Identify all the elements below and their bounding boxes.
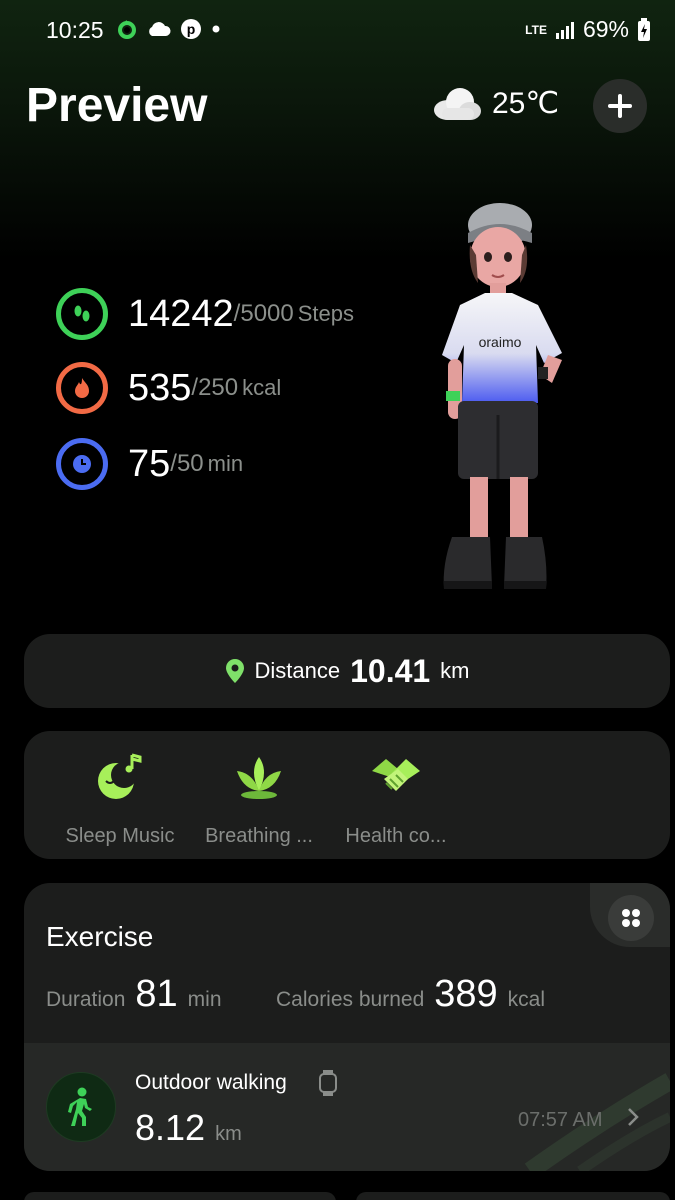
pinterest-icon: p (181, 19, 201, 39)
shortcut-breathing[interactable]: Breathing ... (189, 751, 329, 848)
duration-unit: min (187, 988, 222, 1011)
signal-icon (555, 21, 574, 39)
shirt-logo-text: oraimo (479, 334, 522, 350)
duration-label: Duration (46, 988, 126, 1011)
weather-widget[interactable]: 25℃ (432, 84, 559, 122)
activity-distance-unit: km (215, 1123, 242, 1145)
dot-icon (212, 25, 220, 33)
status-time: 10:25 (46, 17, 104, 43)
calories-stat[interactable]: 535 /250 kcal (56, 362, 281, 414)
activity-ring-icon (118, 20, 136, 39)
exercise-card[interactable]: Exercise Duration 81 min Calories burned… (24, 883, 670, 1171)
minutes-value: 75 (128, 442, 171, 485)
lotus-icon (237, 757, 281, 799)
shortcut-label: Sleep Music (65, 825, 175, 847)
calories-value: 535 (128, 366, 192, 409)
add-button[interactable] (593, 79, 647, 133)
location-pin-icon (225, 659, 244, 683)
activity-icon (46, 1072, 116, 1142)
battery-percent: 69% (582, 16, 629, 42)
distance-unit: km (440, 658, 470, 683)
steps-goal: /5000 (233, 300, 294, 327)
activity-name: Outdoor walking (135, 1071, 287, 1094)
plus-icon (608, 94, 632, 118)
cloud-icon (434, 88, 481, 120)
more-apps-button[interactable] (608, 895, 654, 941)
watch-icon (319, 1070, 337, 1096)
network-type-label: LTE (525, 22, 547, 37)
battery-charging-icon (638, 17, 650, 41)
duration-metric: Duration 81 min (46, 973, 222, 1016)
calories-burned-label: Calories burned (276, 988, 425, 1011)
svg-text:p: p (187, 21, 196, 37)
notification-icons: p (116, 18, 222, 40)
flame-icon (75, 378, 89, 398)
cloud-icon (149, 22, 171, 36)
status-right: LTE 69% (525, 16, 651, 43)
chevron-right-icon (628, 1108, 639, 1126)
steps-ring (56, 288, 108, 340)
calories-burned-metric: Calories burned 389 kcal (276, 973, 545, 1016)
activity-distance: 8.12 km (135, 1107, 242, 1149)
next-card-right[interactable] (356, 1192, 670, 1200)
steps-value: 14242 (128, 292, 234, 335)
minutes-ring (56, 438, 108, 490)
steps-unit: Steps (297, 301, 354, 326)
status-bar: 10:25 p LTE 69% (0, 0, 675, 64)
calories-goal: /250 (191, 374, 239, 401)
activity-time: 07:57 AM (518, 1109, 603, 1131)
calories-unit: kcal (242, 375, 282, 400)
footprints-icon (74, 305, 90, 322)
steps-stat[interactable]: 14242 /5000 Steps (56, 288, 354, 340)
activity-row[interactable]: Outdoor walking 8.12 km 07:57 AM (24, 1043, 670, 1171)
distance-value: 10.41 (350, 652, 431, 689)
distance-card[interactable]: Distance 10.41 km (24, 634, 670, 708)
page-title: Preview (26, 79, 208, 132)
calories-ring (56, 362, 108, 414)
handshake-icon (372, 759, 420, 791)
activity-distance-value: 8.12 (135, 1107, 206, 1148)
avatar-character[interactable]: oraimo (430, 195, 580, 600)
grid-icon (622, 909, 640, 927)
shortcut-label: Breathing ... (205, 825, 313, 847)
active-minutes-stat[interactable]: 75 /50 min (56, 438, 243, 490)
shortcut-sleep-music[interactable]: Sleep Music (50, 751, 190, 848)
shortcut-health[interactable]: Health co... (326, 751, 466, 848)
minutes-unit: min (207, 451, 244, 476)
shortcut-label: Health co... (345, 825, 447, 847)
shortcuts-card: Sleep Music Breathing ... Health co... (24, 731, 670, 859)
clock-icon (73, 455, 91, 473)
walking-person-icon (68, 1087, 92, 1126)
weather-temperature: 25℃ (492, 86, 560, 120)
calories-burned-value: 389 (434, 973, 498, 1015)
exercise-title: Exercise (46, 921, 154, 952)
next-card-left[interactable] (24, 1192, 336, 1200)
minutes-goal: /50 (170, 450, 204, 477)
calories-burned-unit: kcal (507, 988, 546, 1011)
duration-value: 81 (135, 973, 178, 1015)
moon-music-icon (98, 753, 142, 799)
distance-label: Distance (254, 658, 341, 683)
